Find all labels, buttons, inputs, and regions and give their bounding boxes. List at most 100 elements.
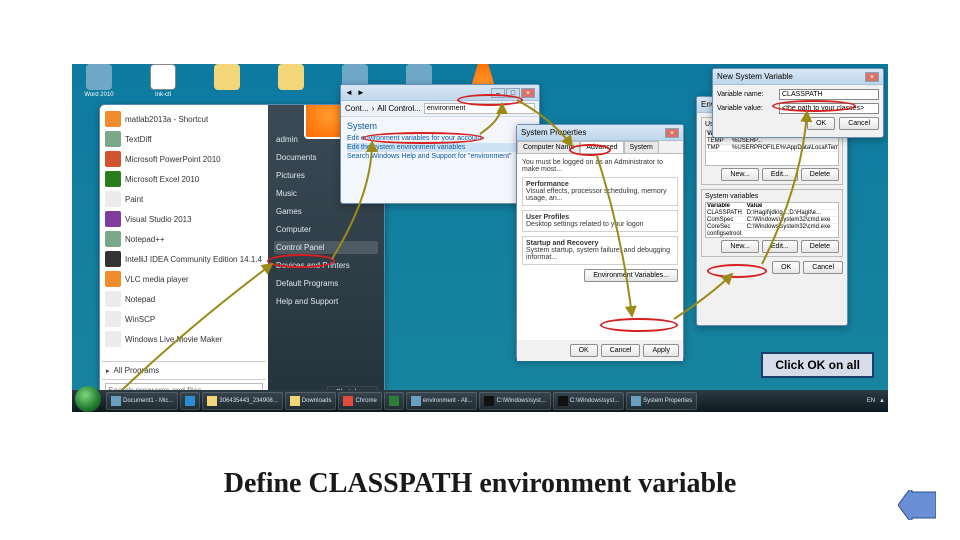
new-button[interactable]: New...	[721, 240, 758, 253]
sysprops-body: You must be logged on as an Administrato…	[517, 154, 683, 340]
delete-button[interactable]: Delete	[801, 240, 839, 253]
start-right-item[interactable]: Help and Support	[274, 295, 378, 308]
system-heading: System	[347, 121, 533, 131]
group-heading: User Profiles	[526, 214, 569, 221]
task-label: Chrome	[355, 398, 376, 404]
sys-vars-group: System variables VariableValue CLASSPATH…	[701, 189, 843, 257]
back-icon[interactable]: ◄	[345, 88, 353, 97]
edit-button[interactable]: Edit...	[762, 168, 798, 181]
group-heading: System variables	[705, 193, 839, 200]
task-button[interactable]: C:\Windows\syst...	[553, 392, 624, 410]
start-item[interactable]: IntelliJ IDEA Community Edition 14.1.4	[102, 249, 266, 269]
breadcrumb[interactable]: Cont...	[345, 104, 369, 113]
start-item[interactable]: Notepad	[102, 289, 266, 309]
dialog-buttons: OK Cancel Apply	[517, 340, 683, 361]
start-item-label: Notepad	[125, 295, 155, 304]
edit-button[interactable]: Edit...	[762, 240, 798, 253]
task-label: environment - All...	[423, 398, 473, 404]
ok-button[interactable]: OK	[807, 117, 835, 130]
task-button[interactable]	[384, 392, 404, 410]
start-item[interactable]: Paint	[102, 189, 266, 209]
all-programs-label: All Programs	[114, 366, 160, 375]
start-right-item[interactable]: Computer	[274, 223, 378, 236]
desktop-screenshot: Word 2010 Ink-ctl Chrome recycler matlab…	[72, 64, 888, 412]
task-button[interactable]	[180, 392, 200, 410]
system-tray[interactable]: EN▲	[867, 398, 885, 404]
close-icon[interactable]: ×	[665, 128, 679, 138]
group-heading: Performance	[526, 181, 569, 188]
forward-icon[interactable]: ►	[357, 88, 365, 97]
previous-slide-icon[interactable]	[898, 490, 936, 520]
start-item[interactable]: TextDiff	[102, 129, 266, 149]
close-icon[interactable]: ×	[865, 72, 879, 82]
highlight-envvars-button	[600, 318, 678, 332]
desktop-icon[interactable]	[204, 64, 250, 98]
delete-button[interactable]: Delete	[801, 168, 839, 181]
start-item-label: Microsoft PowerPoint 2010	[125, 155, 221, 164]
start-item-label: IntelliJ IDEA Community Edition 14.1.4	[125, 255, 262, 264]
taskbar: Document1 - Mic... 306435443_234908... D…	[72, 390, 888, 412]
start-item[interactable]: matlab2013a - Shortcut	[102, 109, 266, 129]
start-item[interactable]: Notepad++	[102, 229, 266, 249]
cancel-button[interactable]: Cancel	[839, 117, 879, 130]
task-button[interactable]: Document1 - Mic...	[106, 392, 178, 410]
desktop-icon[interactable]	[268, 64, 314, 98]
table-row[interactable]: TEMP%USERP...	[706, 138, 839, 145]
task-button[interactable]: Chrome	[338, 392, 381, 410]
table-row[interactable]: CoreSecC:\Windows\system32\cmd.exe	[706, 224, 838, 231]
table-row[interactable]: ComSpecC:\Windows\system32\cmd.exe	[706, 217, 838, 224]
task-button[interactable]: System Properties	[626, 392, 697, 410]
task-button[interactable]: Downloads	[285, 392, 337, 410]
start-item-label: Paint	[125, 195, 143, 204]
task-label: Downloads	[302, 398, 332, 404]
task-button[interactable]: C:\Windows\syst...	[479, 392, 550, 410]
env-link-system[interactable]: Edit the system environment variables	[347, 143, 533, 152]
start-menu-left: matlab2013a - Shortcut TextDiff Microsof…	[100, 105, 268, 405]
table-row[interactable]: CLASSPATHD:\Hagit\jdk\g...;D:\Hagit\e...	[706, 210, 838, 217]
tab-system[interactable]: System	[624, 141, 659, 153]
start-right-item[interactable]: Default Programs	[274, 277, 378, 290]
environment-variables-button[interactable]: Environment Variables...	[584, 269, 678, 282]
start-right-item[interactable]: Games	[274, 205, 378, 218]
all-programs[interactable]: ▸All Programs	[102, 361, 266, 379]
help-link[interactable]: Search Windows Help and Support for "env…	[347, 152, 533, 161]
task-label: 306435443_234908...	[219, 398, 277, 404]
group-text: System startup, system failure, and debu…	[526, 247, 670, 261]
start-item[interactable]: Windows Live Movie Maker	[102, 329, 266, 349]
task-button[interactable]: environment - All...	[406, 392, 478, 410]
desktop-icon[interactable]: Ink-ctl	[140, 64, 186, 98]
table-row[interactable]: TMP%USERPROFILE%\AppData\Local\Temp	[706, 145, 839, 152]
sys-vars-table[interactable]: VariableValue CLASSPATHD:\Hagit\jdk\g...…	[705, 202, 839, 238]
ok-button[interactable]: OK	[772, 261, 800, 274]
close-icon[interactable]: ×	[521, 88, 535, 98]
desktop-icon-label: Word 2010	[84, 92, 113, 98]
control-panel-item[interactable]: Control Panel	[274, 241, 378, 254]
variable-name-input[interactable]	[779, 89, 879, 100]
highlight-advanced-tab	[569, 144, 611, 156]
start-item[interactable]: WinSCP	[102, 309, 266, 329]
desktop-icon[interactable]: Word 2010	[76, 64, 122, 98]
lang-indicator[interactable]: EN	[867, 398, 875, 404]
apply-button[interactable]: Apply	[643, 344, 679, 357]
group-text: Desktop settings related to your logon	[526, 221, 644, 228]
cancel-button[interactable]: Cancel	[803, 261, 843, 274]
breadcrumb[interactable]: All Control...	[377, 104, 421, 113]
start-item[interactable]: Visual Studio 2013	[102, 209, 266, 229]
window-titlebar: New System Variable ×	[713, 69, 883, 85]
performance-group: Performance Visual effects, processor sc…	[522, 177, 678, 206]
start-item[interactable]: Microsoft Excel 2010	[102, 169, 266, 189]
task-label: C:\Windows\syst...	[570, 398, 619, 404]
table-row[interactable]: configsetroot	[706, 231, 838, 238]
group-text: Visual effects, processor scheduling, me…	[526, 188, 667, 202]
new-button[interactable]: New...	[721, 168, 758, 181]
task-button[interactable]: 306435443_234908...	[202, 392, 282, 410]
start-item-label: Windows Live Movie Maker	[125, 335, 222, 344]
field-label: Variable value:	[717, 105, 775, 112]
ok-button[interactable]: OK	[570, 344, 598, 357]
highlight-control-panel	[267, 254, 335, 268]
highlight-env-link	[362, 132, 484, 144]
start-button[interactable]	[75, 386, 101, 412]
start-item[interactable]: Microsoft PowerPoint 2010	[102, 149, 266, 169]
start-item[interactable]: VLC media player	[102, 269, 266, 289]
cancel-button[interactable]: Cancel	[601, 344, 641, 357]
